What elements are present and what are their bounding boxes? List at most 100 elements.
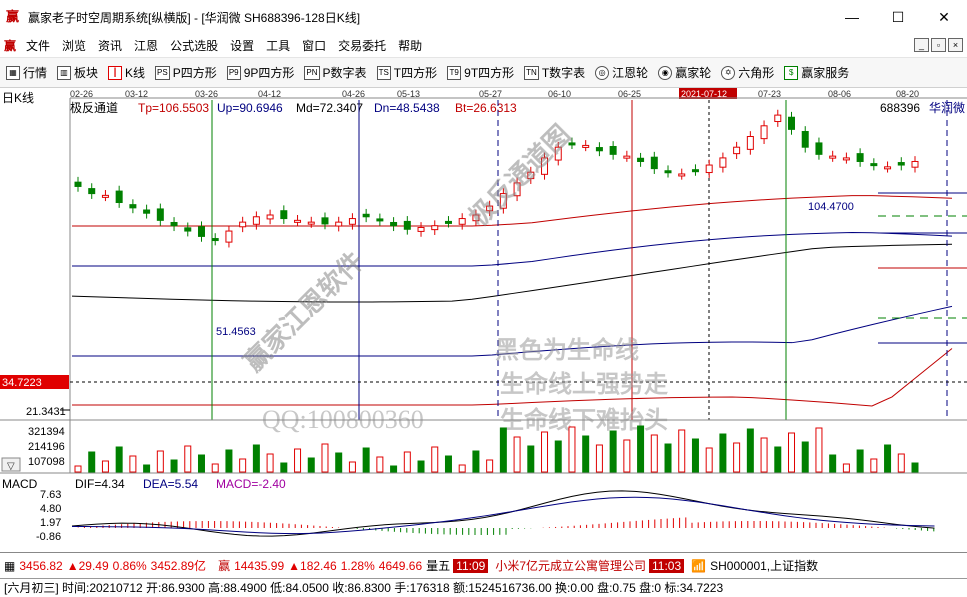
p9-icon: P9 <box>226 65 241 80</box>
kline-chart-svg[interactable]: 日K线 02-26 03-12 03-26 04-12 04-26 05-13 05-27 0… <box>0 88 967 552</box>
volume-bar <box>115 446 123 473</box>
volume-bar <box>870 458 878 473</box>
toolbar-hexagon-button[interactable]: ✡ 六角形 <box>721 64 778 81</box>
candle-body <box>115 190 123 204</box>
menu-tools[interactable]: 工具 <box>260 37 296 54</box>
menu-help[interactable]: 帮助 <box>392 37 428 54</box>
volume-bar <box>88 451 96 473</box>
mdi-restore-button[interactable]: ▫ <box>931 38 946 52</box>
candle-body <box>417 226 425 232</box>
toolbar-winner-wheel-button[interactable]: ◉ 赢家轮 <box>658 64 715 81</box>
macd-dif: DIF=4.34 <box>75 477 125 491</box>
toolbar-label: K线 <box>125 66 146 80</box>
toolbar-label: 9T四方形 <box>464 66 515 80</box>
ps-icon: PS <box>155 65 170 80</box>
blocks-icon: ▥ <box>57 65 72 80</box>
candle-body <box>733 146 741 155</box>
volume-bar <box>801 441 809 473</box>
toolbar-9p-square-button[interactable]: P9 9P四方形 <box>226 64 299 81</box>
menu-settings[interactable]: 设置 <box>224 37 260 54</box>
candle-body <box>143 209 151 214</box>
macd-tick: 1.97 <box>40 517 61 529</box>
toolbar-label: 板块 <box>74 66 99 80</box>
watermarks: 极反通道图 赢家江恩软件 黑色为生命线 生命线上强势走 生命线下难抬头 QQ:1… <box>238 119 668 434</box>
maximize-button[interactable]: ☐ <box>875 0 921 34</box>
volume-bar <box>746 428 754 473</box>
volume-bar <box>417 460 425 473</box>
candle-body <box>197 226 205 237</box>
ticker-time: 11:03 <box>649 558 685 573</box>
volume-tick: 321394 <box>28 426 65 438</box>
macd-series <box>71 490 935 537</box>
minimize-button[interactable]: — <box>829 0 875 34</box>
toolbar-label: 9P四方形 <box>243 66 295 80</box>
candle-body <box>911 160 919 168</box>
toolbar-p-numbers-button[interactable]: PN P数字表 <box>304 64 370 81</box>
index1-amount: 3452.89亿 <box>150 559 207 573</box>
candle-body <box>431 225 439 231</box>
volume-tick: 107098 <box>28 456 65 468</box>
macd-value: MACD=-2.40 <box>216 477 286 491</box>
volume-bar <box>307 457 315 473</box>
window-controls: — ☐ ✕ <box>829 0 967 34</box>
candle-body <box>650 156 658 170</box>
volume-bar <box>637 425 645 473</box>
candle-body <box>897 162 905 166</box>
toolbar-9t-square-button[interactable]: T9 9T四方形 <box>447 64 518 81</box>
menu-info[interactable]: 资讯 <box>92 37 128 54</box>
volume-bar <box>499 427 507 473</box>
toolbar-t-square-button[interactable]: TS T四方形 <box>376 64 442 81</box>
watermark-title: 极反通道图 <box>463 119 576 232</box>
param-dn: Dn=48.5438 <box>374 101 440 115</box>
volume-bar <box>101 460 109 473</box>
close-button[interactable]: ✕ <box>921 0 967 34</box>
toolbar-sectors-button[interactable]: ▥ 板块 <box>57 64 102 81</box>
candle-body <box>211 238 219 242</box>
index1-pct: 0.86% <box>112 558 147 573</box>
toolbar-quotes-button[interactable]: ▦ 行情 <box>6 64 51 81</box>
toolbar-kline-button[interactable]: ┃ K线 <box>108 64 149 81</box>
period-label: 日K线 <box>2 91 34 105</box>
dollar-icon: $ <box>784 65 799 80</box>
menu-trade[interactable]: 交易委托 <box>332 37 392 54</box>
menu-browse[interactable]: 浏览 <box>56 37 92 54</box>
menu-file[interactable]: 文件 <box>20 37 56 54</box>
candle-body <box>444 220 452 224</box>
candle-body <box>705 164 713 174</box>
app-icon: 赢 <box>6 9 20 24</box>
volume-bar <box>403 451 411 473</box>
volume-bar <box>252 444 260 473</box>
menu-gann[interactable]: 江恩 <box>128 37 164 54</box>
volume-bar <box>678 429 686 473</box>
news-ticker[interactable]: 小米7亿元成立公寓管理公司 <box>495 557 646 574</box>
ticker-time: 11:09 <box>453 558 489 573</box>
candle-body <box>252 216 260 225</box>
candle-body <box>74 181 82 187</box>
toolbar-gann-wheel-button[interactable]: ◎ 江恩轮 <box>595 64 652 81</box>
index1-icon: ▦ <box>4 558 16 573</box>
menu-window[interactable]: 窗口 <box>296 37 332 54</box>
candle-body <box>266 214 274 220</box>
volume-tick: 214196 <box>28 441 65 453</box>
volume-bar <box>458 464 466 473</box>
toolbar-service-button[interactable]: $ 赢家服务 <box>784 64 853 81</box>
grid-icon: ▦ <box>6 65 20 80</box>
candle-body <box>884 166 892 170</box>
volume-bar <box>705 447 713 473</box>
index2-change: ▲182.46 <box>288 558 337 573</box>
cursor-price-label: 34.7223 <box>2 377 42 389</box>
mdi-close-button[interactable]: × <box>948 38 963 52</box>
menu-formula[interactable]: 公式选股 <box>164 37 224 54</box>
candle-body <box>307 221 315 225</box>
candle-body <box>801 131 809 148</box>
toolbar-label: 六角形 <box>738 66 775 80</box>
toolbar-p-square-button[interactable]: PS P四方形 <box>155 64 221 81</box>
candle-body <box>239 221 247 228</box>
param-bt: Bt=26.6313 <box>455 101 517 115</box>
index2-pct: 1.28% <box>340 558 375 573</box>
volume-bar <box>582 435 590 473</box>
volume-bar <box>774 446 782 473</box>
kline-chart-area[interactable]: 日K线 02-26 03-12 03-26 04-12 04-26 05-13 05-27 0… <box>0 88 967 552</box>
toolbar-t-numbers-button[interactable]: TN T数字表 <box>524 64 589 81</box>
mdi-minimize-button[interactable]: _ <box>914 38 929 52</box>
